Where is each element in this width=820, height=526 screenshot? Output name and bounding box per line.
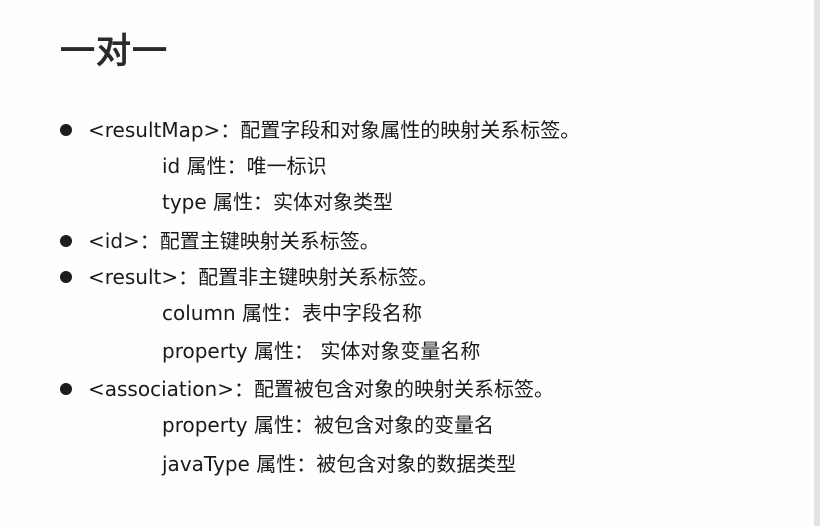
sub-item-column-attr: column 属性：表中字段名称 (162, 301, 422, 325)
slide: 一对一 <resultMap>：配置字段和对象属性的映射关系标签。 id 属性：… (0, 0, 820, 526)
bullet-text: <association>：配置被包含对象的映射关系标签。 (88, 377, 554, 401)
bullet-item-result: <result>：配置非主键映射关系标签。 (60, 263, 438, 291)
sub-item-id-attr: id 属性：唯一标识 (162, 154, 327, 178)
bullet-dot-icon (60, 383, 72, 395)
bullet-dot-icon (60, 271, 72, 283)
bullet-text: <result>：配置非主键映射关系标签。 (88, 265, 439, 289)
slide-edge-shade (814, 0, 820, 526)
sub-item-type-attr: type 属性：实体对象类型 (162, 190, 394, 214)
sub-item-javatype-attr: javaType 属性：被包含对象的数据类型 (162, 452, 517, 476)
bullet-item-resultmap: <resultMap>：配置字段和对象属性的映射关系标签。 (60, 116, 580, 144)
bullet-item-association: <association>：配置被包含对象的映射关系标签。 (60, 375, 554, 403)
sub-item-property-attr: property 属性：被包含对象的变量名 (162, 413, 494, 437)
bullet-text: <id>：配置主键映射关系标签。 (88, 229, 380, 253)
slide-title: 一对一 (60, 32, 169, 72)
sub-item-property-attr: property 属性： 实体对象变量名称 (162, 339, 481, 363)
bullet-text: <resultMap>：配置字段和对象属性的映射关系标签。 (88, 118, 581, 142)
bullet-dot-icon (60, 124, 72, 136)
bullet-item-id: <id>：配置主键映射关系标签。 (60, 227, 380, 255)
bullet-dot-icon (60, 235, 72, 247)
